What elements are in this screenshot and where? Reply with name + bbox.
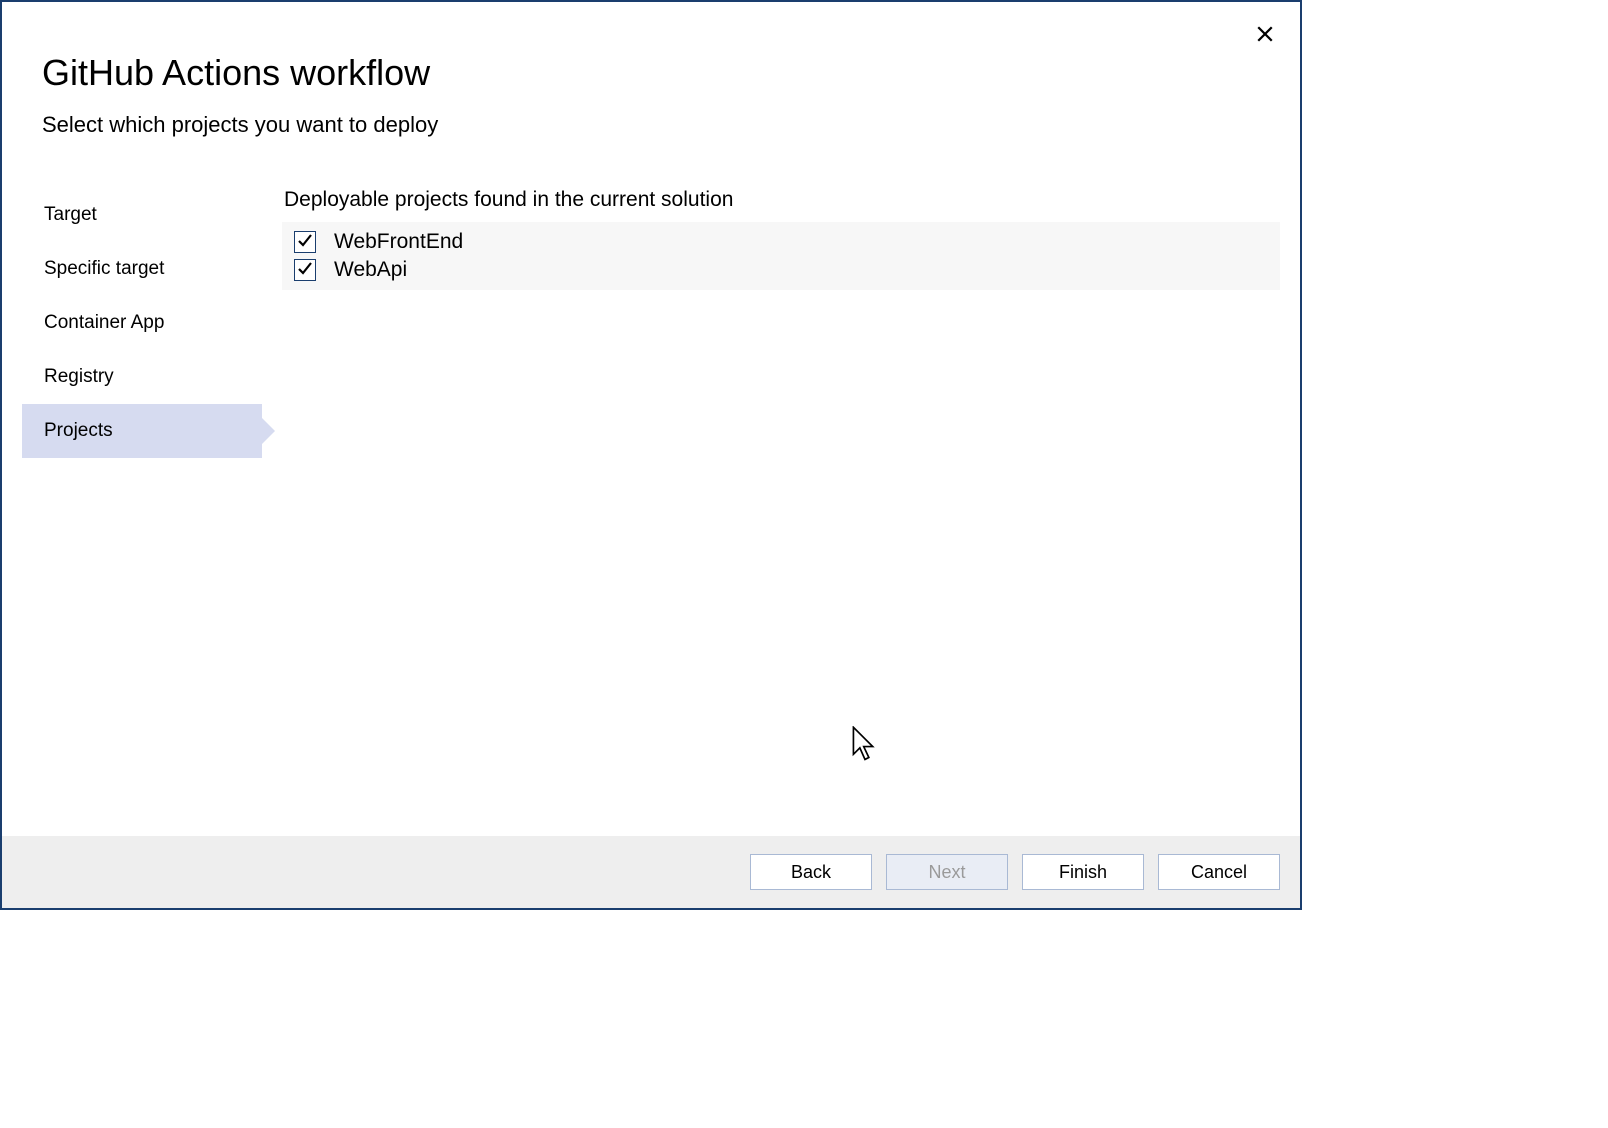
finish-button[interactable]: Finish xyxy=(1022,854,1144,890)
project-name-label: WebFrontEnd xyxy=(334,230,463,254)
wizard-sidebar: Target Specific target Container App Reg… xyxy=(22,188,262,836)
sidebar-item-label: Target xyxy=(44,204,97,225)
project-checkbox-webfrontend[interactable] xyxy=(294,231,316,253)
sidebar-item-projects[interactable]: Projects xyxy=(22,404,262,458)
sidebar-item-label: Container App xyxy=(44,312,164,333)
next-button: Next xyxy=(886,854,1008,890)
project-name-label: WebApi xyxy=(334,258,407,282)
sidebar-item-specific-target[interactable]: Specific target xyxy=(22,242,262,296)
checkmark-icon xyxy=(297,230,313,254)
project-checkbox-webapi[interactable] xyxy=(294,259,316,281)
sidebar-item-label: Projects xyxy=(44,420,113,441)
dialog-header: GitHub Actions workflow Select which pro… xyxy=(2,2,1300,158)
main-panel: Deployable projects found in the current… xyxy=(262,188,1280,836)
section-label: Deployable projects found in the current… xyxy=(282,188,1280,212)
sidebar-item-container-app[interactable]: Container App xyxy=(22,296,262,350)
sidebar-item-label: Registry xyxy=(44,366,114,387)
dialog-body: Target Specific target Container App Reg… xyxy=(2,158,1300,836)
back-button[interactable]: Back xyxy=(750,854,872,890)
close-button[interactable] xyxy=(1250,22,1280,52)
cancel-button[interactable]: Cancel xyxy=(1158,854,1280,890)
wizard-dialog: GitHub Actions workflow Select which pro… xyxy=(0,0,1302,910)
dialog-subtitle: Select which projects you want to deploy xyxy=(42,112,1260,138)
project-row: WebApi xyxy=(282,256,1280,284)
close-icon xyxy=(1256,25,1274,49)
checkmark-icon xyxy=(297,258,313,282)
sidebar-item-registry[interactable]: Registry xyxy=(22,350,262,404)
sidebar-item-label: Specific target xyxy=(44,258,164,279)
sidebar-item-target[interactable]: Target xyxy=(22,188,262,242)
project-row: WebFrontEnd xyxy=(282,228,1280,256)
dialog-footer: Back Next Finish Cancel xyxy=(2,836,1300,908)
project-list: WebFrontEnd WebApi xyxy=(282,222,1280,290)
dialog-title: GitHub Actions workflow xyxy=(42,52,1260,94)
